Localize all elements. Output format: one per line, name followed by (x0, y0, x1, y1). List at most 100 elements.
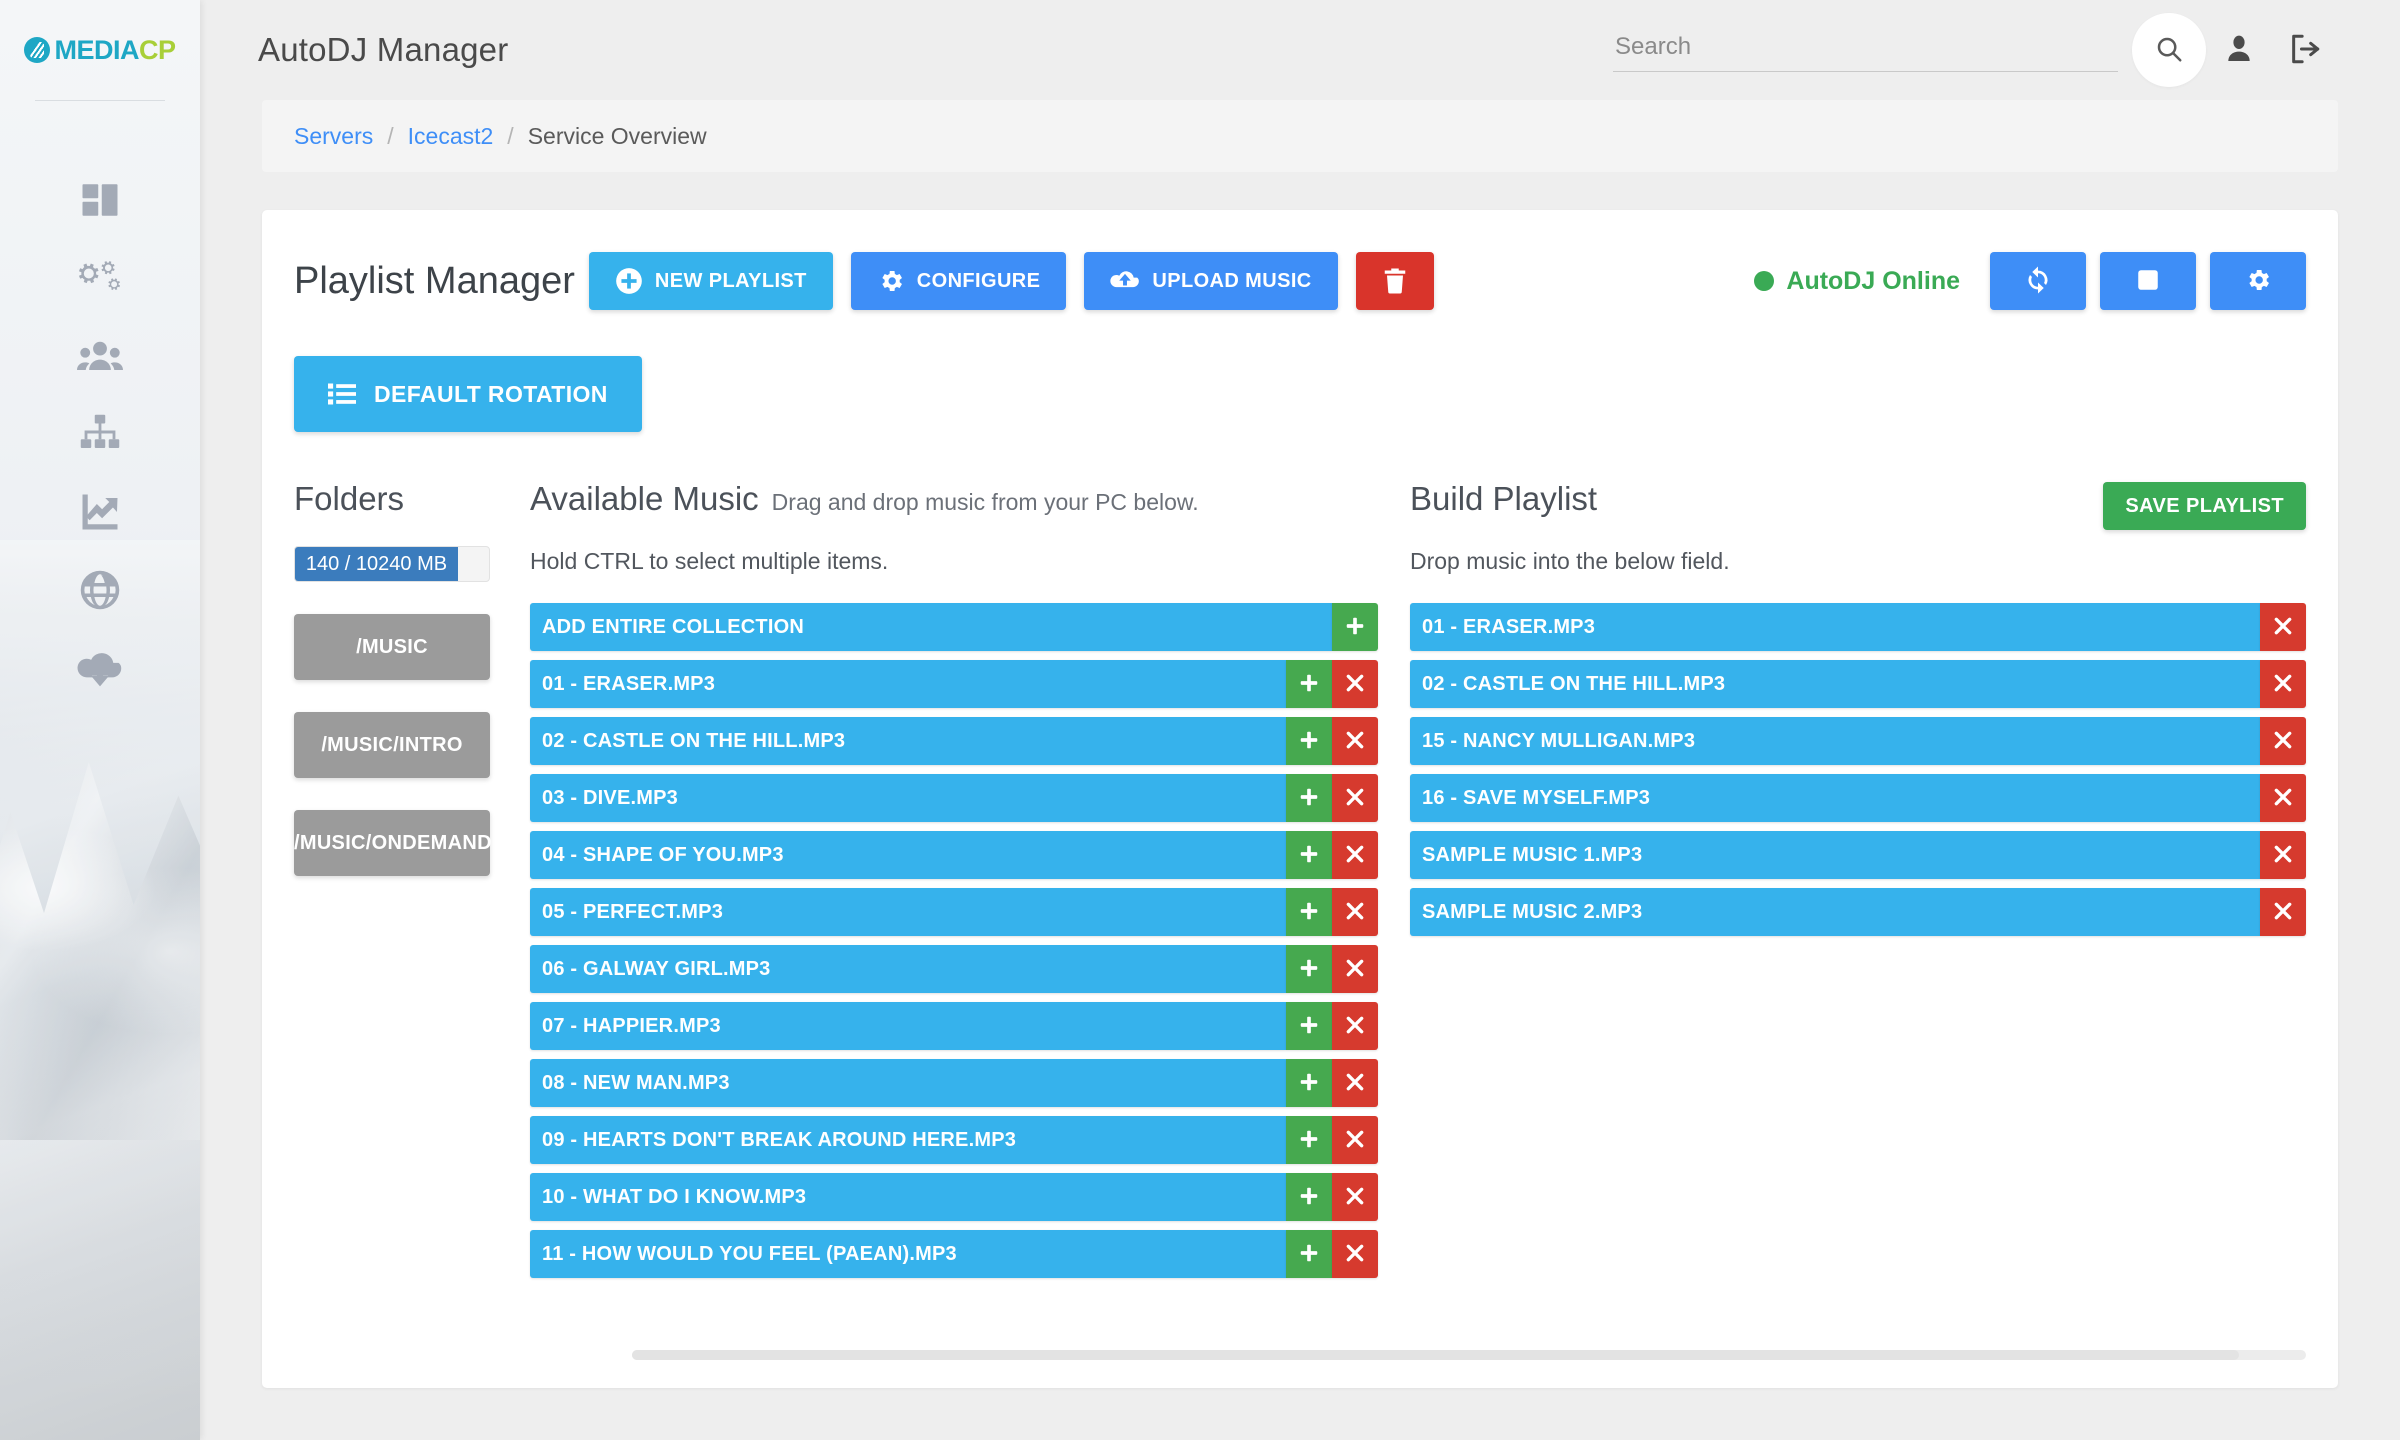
search-button[interactable] (2132, 13, 2206, 87)
music-item-label[interactable]: 05 - PERFECT.MP3 (530, 888, 1286, 936)
sidebar-item-dashboard[interactable] (0, 161, 200, 239)
plus-icon (1298, 1071, 1320, 1096)
delete-music-button[interactable] (1332, 1230, 1378, 1278)
stop-autodj-button[interactable] (2100, 252, 2196, 310)
music-item-label[interactable]: 01 - ERASER.MP3 (530, 660, 1286, 708)
music-row[interactable]: 10 - WHAT DO I KNOW.MP3 (530, 1173, 1378, 1221)
upload-music-button[interactable]: UPLOAD MUSIC (1084, 252, 1338, 310)
playlist-item-row[interactable]: 15 - NANCY MULLIGAN.MP3 (1410, 717, 2306, 765)
scrollbar-thumb[interactable] (632, 1350, 2240, 1360)
add-entire-collection-button[interactable] (1332, 603, 1378, 651)
music-item-label[interactable]: 07 - HAPPIER.MP3 (530, 1002, 1286, 1050)
music-item-label[interactable]: 04 - SHAPE OF YOU.MP3 (530, 831, 1286, 879)
remove-playlist-item-button[interactable] (2260, 774, 2306, 822)
music-row[interactable]: 11 - HOW WOULD YOU FEEL (PAEAN).MP3 (530, 1230, 1378, 1278)
folder-button-music-ondemand[interactable]: /MUSIC/ONDEMAND (294, 810, 492, 876)
music-row[interactable]: 05 - PERFECT.MP3 (530, 888, 1378, 936)
playlist-item-label[interactable]: SAMPLE MUSIC 1.MP3 (1410, 831, 2260, 879)
add-music-button[interactable] (1286, 1230, 1332, 1278)
sidebar-item-users[interactable] (0, 317, 200, 395)
music-row[interactable]: 02 - CASTLE ON THE HILL.MP3 (530, 717, 1378, 765)
music-item-label[interactable]: 03 - DIVE.MP3 (530, 774, 1286, 822)
configure-button[interactable]: CONFIGURE (850, 252, 1067, 310)
playlist-item-row[interactable]: SAMPLE MUSIC 2.MP3 (1410, 888, 2306, 936)
playlist-item-label[interactable]: 01 - ERASER.MP3 (1410, 603, 2260, 651)
save-playlist-button[interactable]: SAVE PLAYLIST (2103, 482, 2306, 530)
music-item-label[interactable]: 08 - NEW MAN.MP3 (530, 1059, 1286, 1107)
remove-playlist-item-button[interactable] (2260, 603, 2306, 651)
add-music-button[interactable] (1286, 888, 1332, 936)
folder-button-music[interactable]: /MUSIC (294, 614, 490, 680)
music-row[interactable]: 03 - DIVE.MP3 (530, 774, 1378, 822)
add-music-button[interactable] (1286, 1059, 1332, 1107)
autodj-settings-button[interactable] (2210, 252, 2306, 310)
music-row[interactable]: 01 - ERASER.MP3 (530, 660, 1378, 708)
default-rotation-label: DEFAULT ROTATION (374, 380, 608, 407)
playlist-item-label[interactable]: 15 - NANCY MULLIGAN.MP3 (1410, 717, 2260, 765)
add-music-button[interactable] (1286, 1173, 1332, 1221)
add-music-button[interactable] (1286, 1002, 1332, 1050)
delete-music-button[interactable] (1332, 1173, 1378, 1221)
add-entire-collection-row[interactable]: ADD ENTIRE COLLECTION (530, 603, 1378, 651)
sidebar-item-servers[interactable] (0, 395, 200, 473)
playlist-item-row[interactable]: 02 - CASTLE ON THE HILL.MP3 (1410, 660, 2306, 708)
music-row[interactable]: 04 - SHAPE OF YOU.MP3 (530, 831, 1378, 879)
section-title-playlist-manager: Playlist Manager (294, 259, 575, 302)
remove-playlist-item-button[interactable] (2260, 888, 2306, 936)
add-music-button[interactable] (1286, 774, 1332, 822)
music-item-label[interactable]: 06 - GALWAY GIRL.MP3 (530, 945, 1286, 993)
music-row[interactable]: 07 - HAPPIER.MP3 (530, 1002, 1378, 1050)
gear-icon (2244, 266, 2272, 297)
add-entire-collection-label[interactable]: ADD ENTIRE COLLECTION (530, 603, 1332, 651)
close-icon (1345, 673, 1365, 696)
music-item-label[interactable]: 09 - HEARTS DON'T BREAK AROUND HERE.MP3 (530, 1116, 1286, 1164)
add-music-button[interactable] (1286, 831, 1332, 879)
default-rotation-button[interactable]: DEFAULT ROTATION (294, 356, 642, 432)
account-button[interactable] (2206, 17, 2272, 83)
breadcrumb-item-icecast2[interactable]: Icecast2 (408, 123, 494, 150)
playlist-item-row[interactable]: 16 - SAVE MYSELF.MP3 (1410, 774, 2306, 822)
close-icon (2273, 730, 2293, 753)
add-music-button[interactable] (1286, 717, 1332, 765)
restart-autodj-button[interactable] (1990, 252, 2086, 310)
search-input[interactable] (1613, 28, 2118, 72)
add-music-button[interactable] (1286, 945, 1332, 993)
breadcrumb-item-servers[interactable]: Servers (294, 123, 373, 150)
playlist-item-label[interactable]: SAMPLE MUSIC 2.MP3 (1410, 888, 2260, 936)
remove-playlist-item-button[interactable] (2260, 660, 2306, 708)
music-item-label[interactable]: 02 - CASTLE ON THE HILL.MP3 (530, 717, 1286, 765)
playlist-item-row[interactable]: 01 - ERASER.MP3 (1410, 603, 2306, 651)
playlist-item-label[interactable]: 16 - SAVE MYSELF.MP3 (1410, 774, 2260, 822)
folder-button-music-intro[interactable]: /MUSIC/INTRO (294, 712, 490, 778)
delete-music-button[interactable] (1332, 1116, 1378, 1164)
delete-music-button[interactable] (1332, 831, 1378, 879)
remove-playlist-item-button[interactable] (2260, 717, 2306, 765)
delete-music-button[interactable] (1332, 1059, 1378, 1107)
delete-music-button[interactable] (1332, 774, 1378, 822)
playlist-manager-card: Playlist Manager NEW PLAYLIST CONFIGURE (262, 210, 2338, 1388)
horizontal-scrollbar[interactable] (632, 1350, 2306, 1360)
add-music-button[interactable] (1286, 660, 1332, 708)
playlist-item-row[interactable]: SAMPLE MUSIC 1.MP3 (1410, 831, 2306, 879)
music-row[interactable]: 08 - NEW MAN.MP3 (530, 1059, 1378, 1107)
remove-playlist-item-button[interactable] (2260, 831, 2306, 879)
delete-music-button[interactable] (1332, 945, 1378, 993)
delete-music-button[interactable] (1332, 660, 1378, 708)
sidebar-item-statistics[interactable] (0, 473, 200, 551)
music-row[interactable]: 06 - GALWAY GIRL.MP3 (530, 945, 1378, 993)
logout-button[interactable] (2272, 17, 2338, 83)
delete-music-button[interactable] (1332, 717, 1378, 765)
sidebar-item-web[interactable] (0, 551, 200, 629)
delete-music-button[interactable] (1332, 1002, 1378, 1050)
sidebar-item-downloads[interactable] (0, 629, 200, 707)
music-row[interactable]: 09 - HEARTS DON'T BREAK AROUND HERE.MP3 (530, 1116, 1378, 1164)
new-playlist-button[interactable]: NEW PLAYLIST (588, 252, 833, 310)
add-music-button[interactable] (1286, 1116, 1332, 1164)
delete-music-button[interactable] (1332, 888, 1378, 936)
brand-logo[interactable]: MEDIACP (0, 0, 200, 100)
sidebar-item-settings[interactable] (0, 239, 200, 317)
delete-playlist-button[interactable] (1355, 252, 1434, 310)
music-item-label[interactable]: 11 - HOW WOULD YOU FEEL (PAEAN).MP3 (530, 1230, 1286, 1278)
music-item-label[interactable]: 10 - WHAT DO I KNOW.MP3 (530, 1173, 1286, 1221)
playlist-item-label[interactable]: 02 - CASTLE ON THE HILL.MP3 (1410, 660, 2260, 708)
